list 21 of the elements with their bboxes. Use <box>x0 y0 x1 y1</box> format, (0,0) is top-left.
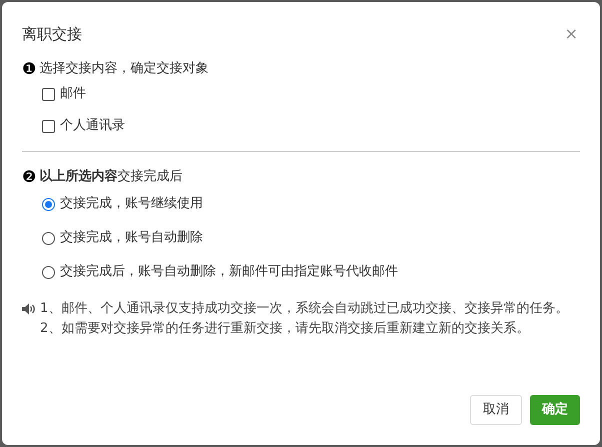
confirm-button[interactable]: 确定 <box>530 395 580 425</box>
radio-label: 交接完成，账号继续使用 <box>60 195 203 214</box>
checkbox-label: 个人通讯录 <box>60 117 125 136</box>
cancel-button[interactable]: 取消 <box>470 395 522 425</box>
step-heading: 以上所选内容交接完成后 <box>39 168 182 186</box>
checkbox-label: 邮件 <box>60 85 86 104</box>
note-text: 1、邮件、个人通讯录仅支持成功交接一次，系统会自动跳过已成功交接、交接异常的任务。 <box>40 300 570 318</box>
step-heading: 选择交接内容，确定交接对象 <box>39 60 208 78</box>
close-button[interactable]: × <box>564 26 578 42</box>
speaker-icon <box>22 303 36 315</box>
radio-label: 交接完成后，账号自动删除，新邮件可由指定账号代收邮件 <box>60 263 398 282</box>
dialog-title: 离职交接 <box>22 24 82 45</box>
radio-label: 交接完成，账号自动删除 <box>60 229 203 248</box>
radio-button[interactable] <box>42 266 55 278</box>
checkbox[interactable] <box>42 120 55 132</box>
radio-button[interactable] <box>42 198 55 210</box>
note-text: 2、如需要对交接异常的任务进行重新交接，请先取消交接后重新建立新的交接关系。 <box>40 320 530 338</box>
checkbox[interactable] <box>42 88 55 100</box>
radio-button[interactable] <box>42 232 55 244</box>
step-marker: ❶ <box>22 61 36 77</box>
step-marker: ❷ <box>22 169 36 185</box>
